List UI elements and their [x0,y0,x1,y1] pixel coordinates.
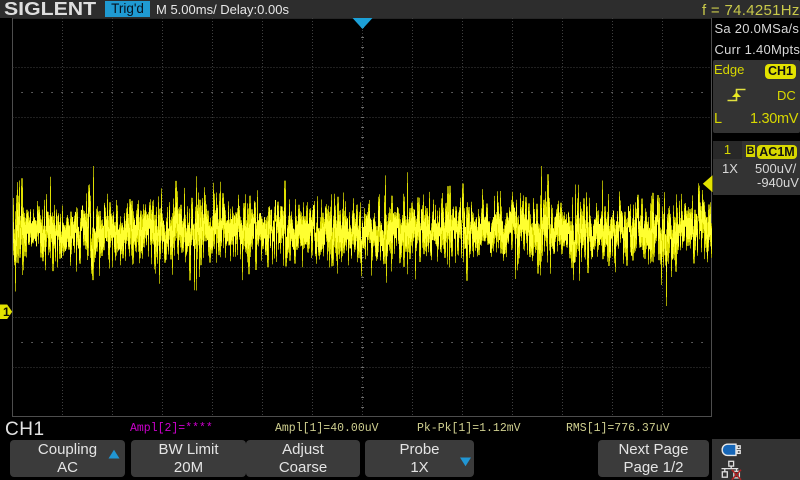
svg-text:1: 1 [3,305,10,319]
